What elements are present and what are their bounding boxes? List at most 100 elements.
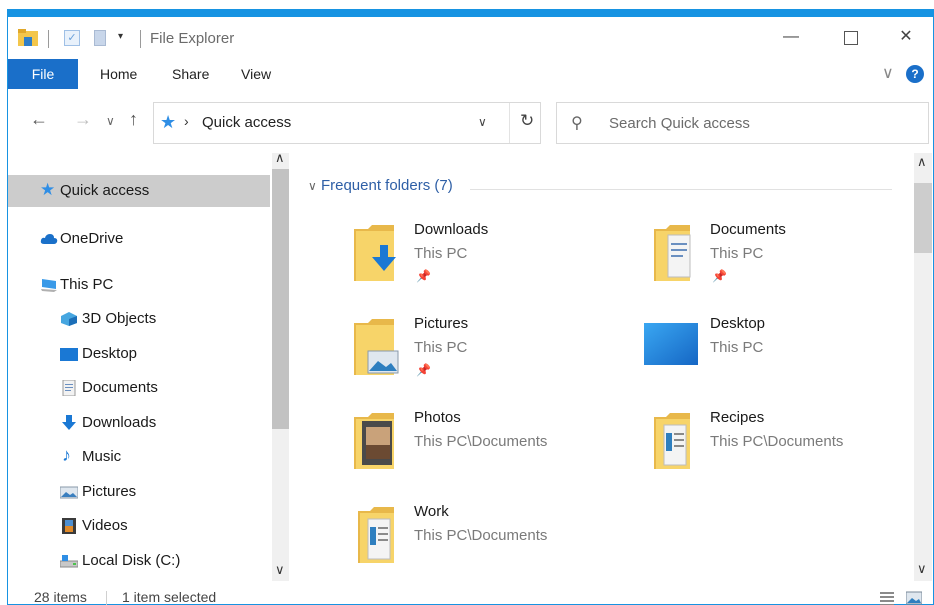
sidebar-item-label: 3D Objects [82,310,157,327]
address-history-dropdown-icon[interactable]: ∨ [478,115,487,129]
scroll-up-chevron-icon[interactable]: ∧ [275,150,285,166]
tab-view[interactable]: View [241,59,271,89]
folder-location: This PC\Documents [710,433,844,450]
navigation-bar: ← → ∨ ↑ ★ › Quick access ∨ ↻ ⚲ Search Qu… [8,97,933,144]
toolbar-separator [48,30,49,48]
folder-tile-work[interactable]: Work This PC\Documents [354,503,654,593]
help-button[interactable]: ? [906,65,924,83]
screen-top-margin [0,0,934,9]
star-icon: ★ [160,112,177,132]
photos-folder-icon [354,413,394,469]
back-arrow-icon[interactable]: ← [30,109,48,130]
star-icon: ★ [40,180,56,199]
collapse-chevron-icon: ∨ [308,179,317,193]
folder-tile-pictures[interactable]: Pictures This PC 📌 [354,315,654,405]
item-count: 28 items [34,589,87,605]
drive-icon [60,555,78,568]
content-pane: ∨ Frequent folders (7) Downloads This PC… [298,153,914,581]
folder-name: Desktop [710,315,766,332]
folder-location: This PC [710,245,764,262]
pin-icon: 📌 [416,269,431,283]
refresh-icon[interactable]: ↻ [520,111,534,131]
folder-tile-downloads[interactable]: Downloads This PC 📌 [354,221,654,311]
desktop-icon [60,348,78,361]
expand-ribbon-chevron-icon[interactable]: ∨ [882,63,894,83]
cloud-icon [40,234,58,244]
sidebar-item-label: This PC [60,276,114,293]
scroll-down-chevron-icon[interactable]: ∨ [275,562,285,578]
sidebar-item-pictures[interactable]: Pictures [8,476,270,508]
details-view-icon[interactable] [880,591,894,605]
maximize-icon [844,31,858,45]
recipes-folder-icon [654,413,690,469]
sidebar-item-local-disk[interactable]: Local Disk (C:) [8,545,270,577]
folder-name: Documents [710,221,786,238]
sidebar-item-label: Pictures [82,483,137,500]
folder-tile-photos[interactable]: Photos This PC\Documents [354,409,654,499]
search-input[interactable]: ⚲ Search Quick access [556,102,929,144]
folder-tile-desktop[interactable]: Desktop This PC [644,315,934,405]
new-folder-icon[interactable] [94,30,106,46]
group-header-frequent-folders[interactable]: ∨ Frequent folders (7) [308,177,453,194]
navpane-scroll-thumb[interactable] [272,169,289,429]
sidebar-item-label: Desktop [82,345,138,362]
sidebar-item-this-pc[interactable]: This PC [8,269,270,301]
downloads-folder-icon [354,225,396,281]
breadcrumb-chevron-icon[interactable]: › [184,113,189,129]
folder-location: This PC [414,339,468,356]
sidebar-item-desktop[interactable]: Desktop [8,338,270,370]
customize-toolbar-dropdown-icon[interactable]: ▾ [118,31,123,42]
file-explorer-window: ✓ ▾ File Explorer — ✕ File Home Share Vi… [7,9,934,605]
close-button[interactable]: ✕ [876,17,934,59]
ribbon-tabs: File Home Share View ∨ ? [8,59,933,89]
address-bar[interactable]: ★ › Quick access ∨ ↻ [153,102,541,144]
folder-location: This PC\Documents [414,433,548,450]
navigation-pane: ★ Quick access OneDrive This PC 3D Objec… [8,150,289,581]
film-icon [62,518,76,534]
up-arrow-icon[interactable]: ↑ [129,109,138,130]
search-placeholder: Search Quick access [609,115,750,132]
sidebar-item-music[interactable]: ♪ Music [8,441,270,473]
group-divider [470,189,892,190]
large-icons-view-icon[interactable] [906,590,922,605]
sidebar-item-label: Videos [82,517,128,534]
work-folder-icon [358,507,394,563]
address-separator [509,103,510,143]
forward-arrow-icon[interactable]: → [74,109,92,130]
sidebar-item-downloads[interactable]: Downloads [8,407,270,439]
folder-location: This PC [710,339,764,356]
folder-name: Recipes [710,409,765,426]
scroll-down-chevron-icon[interactable]: ∨ [917,561,927,577]
maximize-button[interactable] [821,17,881,59]
folder-app-icon [18,29,38,46]
properties-icon[interactable]: ✓ [64,30,80,46]
folder-tile-recipes[interactable]: Recipes This PC\Documents [650,409,934,499]
minimize-button[interactable]: — [761,17,821,59]
sidebar-item-quick-access[interactable]: ★ Quick access [8,175,270,207]
sidebar-item-onedrive[interactable]: OneDrive [8,223,270,255]
pictures-folder-icon [354,319,399,375]
tab-file[interactable]: File [8,59,78,89]
sidebar-item-documents[interactable]: Documents [8,372,270,404]
sidebar-item-label: Downloads [82,414,157,431]
recent-locations-chevron-icon[interactable]: ∨ [106,114,115,128]
music-note-icon: ♪ [62,445,71,465]
sidebar-item-label: Documents [82,379,158,396]
tab-home[interactable]: Home [100,59,137,89]
content-scroll-thumb[interactable] [914,183,932,253]
folder-name: Pictures [414,315,469,332]
sidebar-item-label: OneDrive [60,230,124,247]
desktop-folder-icon [644,323,698,365]
sidebar-item-3d-objects[interactable]: 3D Objects [8,303,270,335]
pin-icon: 📌 [712,269,727,283]
folder-name: Photos [414,409,461,426]
folder-name: Work [414,503,449,520]
tab-share[interactable]: Share [172,59,209,89]
breadcrumb-location[interactable]: Quick access [202,114,291,131]
sidebar-item-videos[interactable]: Videos [8,510,270,542]
sidebar-item-label: Music [82,448,122,465]
title-bar: ✓ ▾ File Explorer — ✕ [8,17,933,59]
document-icon [62,380,76,396]
folder-tile-documents[interactable]: Documents This PC 📌 [650,221,934,311]
scroll-up-chevron-icon[interactable]: ∧ [917,154,927,170]
